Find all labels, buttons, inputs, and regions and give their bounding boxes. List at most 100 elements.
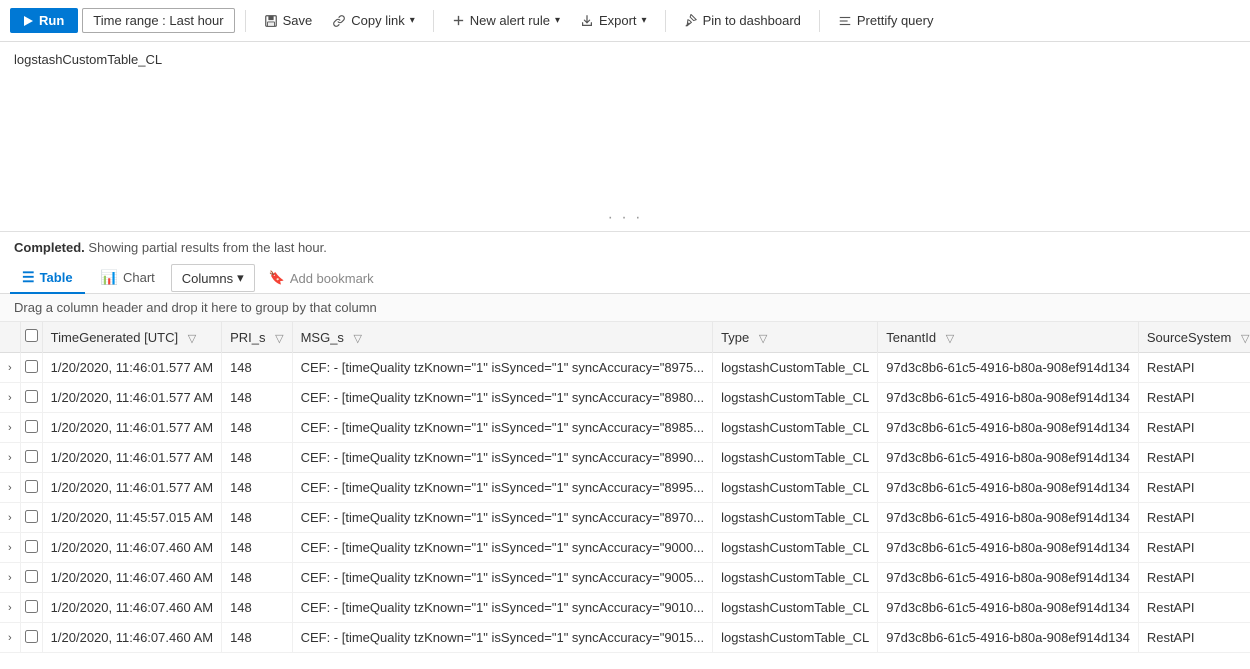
table-row[interactable]: ›1/20/2020, 11:46:01.577 AM148CEF: - [ti…	[0, 353, 1250, 383]
expand-cell[interactable]: ›	[0, 533, 20, 563]
expand-button[interactable]: ›	[4, 360, 16, 376]
pin-dashboard-button[interactable]: Pin to dashboard	[676, 9, 809, 32]
col-pri_s[interactable]: PRI_s ▽	[222, 322, 293, 353]
copy-link-button[interactable]: Copy link ▾	[324, 9, 423, 32]
columns-button[interactable]: Columns ▾	[171, 264, 255, 292]
table-row[interactable]: ›1/20/2020, 11:46:07.460 AM148CEF: - [ti…	[0, 593, 1250, 623]
expand-button[interactable]: ›	[4, 450, 16, 466]
col-checkbox	[20, 322, 42, 353]
expand-button[interactable]: ›	[4, 420, 16, 436]
row-checkbox[interactable]	[25, 600, 38, 613]
resize-handle[interactable]: · · ·	[608, 209, 643, 227]
expand-button[interactable]: ›	[4, 390, 16, 406]
row-checkbox[interactable]	[25, 570, 38, 583]
checkbox-cell[interactable]	[20, 353, 42, 383]
run-button[interactable]: Run	[10, 8, 78, 33]
col-timegenerated[interactable]: TimeGenerated [UTC] ▽	[42, 322, 221, 353]
cell-type: logstashCustomTable_CL	[713, 443, 878, 473]
cell-sourcesystem: RestAPI	[1138, 563, 1250, 593]
row-checkbox[interactable]	[25, 360, 38, 373]
row-checkbox[interactable]	[25, 480, 38, 493]
table-row[interactable]: ›1/20/2020, 11:46:07.460 AM148CEF: - [ti…	[0, 563, 1250, 593]
separator-3	[665, 10, 666, 32]
header-checkbox[interactable]	[25, 329, 38, 342]
cell-msg_s: CEF: - [timeQuality tzKnown="1" isSynced…	[292, 503, 713, 533]
cell-type: logstashCustomTable_CL	[713, 503, 878, 533]
time-range-button[interactable]: Time range : Last hour	[82, 8, 234, 33]
checkbox-cell[interactable]	[20, 563, 42, 593]
tab-chart[interactable]: 📊 Chart	[89, 263, 167, 294]
prettify-button[interactable]: Prettify query	[830, 9, 942, 32]
new-alert-chevron: ▾	[555, 15, 560, 26]
table-row[interactable]: ›1/20/2020, 11:46:01.577 AM148CEF: - [ti…	[0, 383, 1250, 413]
query-editor[interactable]: logstashCustomTable_CL · · ·	[0, 42, 1250, 232]
expand-cell[interactable]: ›	[0, 503, 20, 533]
expand-button[interactable]: ›	[4, 630, 16, 646]
tab-table[interactable]: ☰ Table	[10, 263, 85, 294]
expand-cell[interactable]: ›	[0, 563, 20, 593]
row-checkbox[interactable]	[25, 390, 38, 403]
toolbar: Run Time range : Last hour Save Copy lin…	[0, 0, 1250, 42]
table-row[interactable]: ›1/20/2020, 11:46:01.577 AM148CEF: - [ti…	[0, 413, 1250, 443]
new-alert-rule-button[interactable]: New alert rule ▾	[444, 9, 568, 32]
expand-cell[interactable]: ›	[0, 473, 20, 503]
export-label: Export	[599, 13, 637, 28]
checkbox-cell[interactable]	[20, 413, 42, 443]
timegenerated-filter-icon[interactable]: ▽	[188, 332, 196, 345]
expand-button[interactable]: ›	[4, 540, 16, 556]
row-checkbox[interactable]	[25, 540, 38, 553]
expand-button[interactable]: ›	[4, 510, 16, 526]
table-row[interactable]: ›1/20/2020, 11:46:01.577 AM148CEF: - [ti…	[0, 443, 1250, 473]
table-row[interactable]: ›1/20/2020, 11:46:07.460 AM148CEF: - [ti…	[0, 623, 1250, 653]
export-button[interactable]: Export ▾	[572, 9, 655, 32]
checkbox-cell[interactable]	[20, 623, 42, 653]
checkbox-cell[interactable]	[20, 533, 42, 563]
expand-cell[interactable]: ›	[0, 593, 20, 623]
checkbox-cell[interactable]	[20, 473, 42, 503]
cell-type: logstashCustomTable_CL	[713, 413, 878, 443]
row-checkbox[interactable]	[25, 510, 38, 523]
save-button[interactable]: Save	[256, 9, 321, 32]
checkbox-cell[interactable]	[20, 383, 42, 413]
results-table-wrapper[interactable]: TimeGenerated [UTC] ▽ PRI_s ▽ MSG_s ▽ Ty…	[0, 322, 1250, 653]
checkbox-cell[interactable]	[20, 503, 42, 533]
cell-sourcesystem: RestAPI	[1138, 383, 1250, 413]
expand-button[interactable]: ›	[4, 570, 16, 586]
view-tabs: ☰ Table 📊 Chart Columns ▾ 🔖 Add bookmark	[0, 259, 1250, 294]
cell-msg_s: CEF: - [timeQuality tzKnown="1" isSynced…	[292, 623, 713, 653]
cell-tenantid: 97d3c8b6-61c5-4916-b80a-908ef914d134	[878, 353, 1139, 383]
cell-sourcesystem: RestAPI	[1138, 533, 1250, 563]
checkbox-cell[interactable]	[20, 593, 42, 623]
sourcesystem-filter-icon[interactable]: ▽	[1241, 332, 1249, 345]
col-msg_s[interactable]: MSG_s ▽	[292, 322, 713, 353]
col-type[interactable]: Type ▽	[713, 322, 878, 353]
table-row[interactable]: ›1/20/2020, 11:46:07.460 AM148CEF: - [ti…	[0, 533, 1250, 563]
status-bar: Completed. Showing partial results from …	[0, 232, 1250, 259]
msg_s-filter-icon[interactable]: ▽	[354, 332, 362, 345]
expand-cell[interactable]: ›	[0, 443, 20, 473]
cell-timegenerated: 1/20/2020, 11:46:01.577 AM	[42, 353, 221, 383]
table-row[interactable]: ›1/20/2020, 11:46:01.577 AM148CEF: - [ti…	[0, 473, 1250, 503]
tenantid-filter-icon[interactable]: ▽	[946, 332, 954, 345]
cell-timegenerated: 1/20/2020, 11:46:01.577 AM	[42, 383, 221, 413]
table-row[interactable]: ›1/20/2020, 11:45:57.015 AM148CEF: - [ti…	[0, 503, 1250, 533]
query-text[interactable]: logstashCustomTable_CL	[14, 52, 1236, 67]
col-tenantid[interactable]: TenantId ▽	[878, 322, 1139, 353]
cell-tenantid: 97d3c8b6-61c5-4916-b80a-908ef914d134	[878, 473, 1139, 503]
cell-tenantid: 97d3c8b6-61c5-4916-b80a-908ef914d134	[878, 413, 1139, 443]
expand-cell[interactable]: ›	[0, 383, 20, 413]
checkbox-cell[interactable]	[20, 443, 42, 473]
expand-cell[interactable]: ›	[0, 623, 20, 653]
col-sourcesystem[interactable]: SourceSystem ▽	[1138, 322, 1250, 353]
row-checkbox[interactable]	[25, 630, 38, 643]
row-checkbox[interactable]	[25, 420, 38, 433]
expand-button[interactable]: ›	[4, 480, 16, 496]
expand-cell[interactable]: ›	[0, 413, 20, 443]
type-filter-icon[interactable]: ▽	[759, 332, 767, 345]
pri_s-filter-icon[interactable]: ▽	[275, 332, 283, 345]
expand-cell[interactable]: ›	[0, 353, 20, 383]
expand-button[interactable]: ›	[4, 600, 16, 616]
cell-tenantid: 97d3c8b6-61c5-4916-b80a-908ef914d134	[878, 503, 1139, 533]
add-bookmark-button[interactable]: 🔖 Add bookmark	[259, 265, 384, 291]
row-checkbox[interactable]	[25, 450, 38, 463]
